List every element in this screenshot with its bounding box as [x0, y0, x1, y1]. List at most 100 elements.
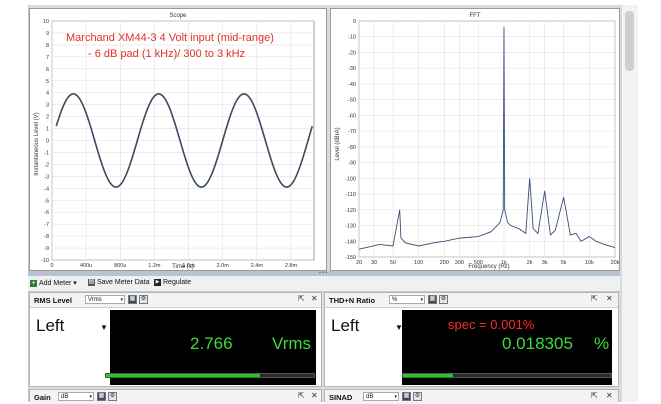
scope-y-tick-label: 7	[46, 55, 49, 61]
scope-y-axis-label: Instantaneous Level (V)	[34, 112, 40, 175]
rms-unit: Vrms	[272, 334, 312, 353]
fft-y-tick-label: -30	[348, 66, 356, 72]
scope-y-tick-label: 3	[46, 103, 49, 109]
thdn-ratio-meter: THD+N Ratio % ▾ ▦ ⚙ ⇱ ✕ Left ▼ spec = 0.0…	[324, 292, 619, 387]
rms-meter-name: RMS Level	[34, 296, 72, 305]
meter-toolbar: + Add Meter ▾ ▤ Save Meter Data ▶ Regula…	[28, 276, 620, 292]
scope-x-tick-label: 0	[50, 263, 53, 269]
settings-gear-icon[interactable]: ⚙	[439, 295, 448, 304]
rms-channel-label: Left	[36, 316, 65, 335]
thdn-level-bar-fill	[403, 374, 453, 377]
scope-y-tick-label: 10	[43, 19, 49, 25]
scope-y-tick-label: -3	[44, 174, 49, 180]
fft-graph[interactable]: FFT 0 -10 -20 -30 -40 -50 -60 -70 -80 -90 -100 -110…	[331, 9, 619, 270]
thdn-value-display: spec = 0.001% 0.018305 %	[402, 310, 612, 385]
scope-y-tick-label: 1	[46, 127, 49, 133]
chevron-down-icon: ▾	[89, 394, 92, 400]
gain-unit-selected: dB	[61, 394, 69, 400]
fft-y-tick-label: -130	[345, 224, 356, 230]
close-icon[interactable]: ✕	[606, 294, 613, 303]
fft-y-tick-label: -120	[345, 208, 356, 214]
settings-gear-icon[interactable]: ⚙	[139, 295, 148, 304]
thdn-channel-label: Left	[331, 316, 360, 335]
settings-gear-icon[interactable]: ⚙	[413, 392, 422, 401]
scope-annotation-line-2: - 6 dB pad (1 kHz)/ 300 to 3 kHz	[88, 48, 245, 60]
rms-value-display: 2.766 Vrms	[105, 310, 316, 385]
thdn-meter-header: THD+N Ratio % ▾ ▦ ⚙ ⇱ ✕	[325, 293, 618, 308]
fft-y-tick-label: -50	[348, 98, 356, 104]
thdn-value: 0.018305	[502, 334, 573, 353]
fft-x-tick-label: 5k	[561, 260, 567, 266]
scope-x-tick-label: 2.0m	[217, 263, 230, 269]
regulate-button[interactable]: ▶ Regulate	[154, 279, 191, 286]
scope-y-tick-label: 5	[46, 79, 49, 85]
scope-y-tick-label: 6	[46, 67, 49, 73]
pop-out-icon[interactable]: ⇱	[591, 391, 598, 400]
fft-x-tick-label: 200	[440, 260, 449, 266]
fft-y-tick-label: -100	[345, 176, 356, 182]
scope-y-tick-label: -2	[44, 162, 49, 168]
vertical-scrollbar[interactable]	[621, 5, 638, 402]
gain-meter-name: Gain	[34, 393, 51, 402]
scope-y-tick-label: 2	[46, 115, 49, 121]
scope-graph[interactable]: Scope 109876543210-1-2-3-4-5-6-7-8-9-10 …	[30, 9, 326, 270]
close-icon[interactable]: ✕	[606, 391, 613, 400]
fft-y-tick-label: -140	[345, 239, 356, 245]
play-icon: ▶	[154, 279, 161, 286]
add-meter-label: Add Meter	[39, 279, 72, 287]
close-icon[interactable]: ✕	[311, 391, 318, 400]
pop-out-icon[interactable]: ⇱	[298, 391, 305, 400]
thdn-unit-select[interactable]: % ▾	[389, 295, 425, 304]
scope-y-ticks: 109876543210-1-2-3-4-5-6-7-8-9-10	[41, 19, 49, 264]
scope-x-tick-label: 1.2m	[148, 263, 161, 269]
scope-title: Scope	[169, 13, 187, 19]
gain-unit-select[interactable]: dB ▾	[58, 392, 94, 401]
thdn-unit-selected: %	[392, 297, 398, 303]
save-icon: ▤	[88, 279, 95, 286]
thdn-level-bar	[402, 373, 612, 378]
close-icon[interactable]: ✕	[311, 294, 318, 303]
scope-panel: Scope 10 9 8 7 6 5 4 3 2 1 0 -1 -2 -3 -4 -5 -6 -7 -8 -9 -10 …	[29, 8, 327, 271]
save-meter-data-button[interactable]: ▤ Save Meter Data	[88, 279, 150, 286]
thdn-meter-name: THD+N Ratio	[329, 296, 376, 305]
sinad-meter-name: SINAD	[329, 393, 353, 402]
scope-x-tick-label: 800u	[114, 263, 126, 269]
fft-y-tick-label: 0	[353, 19, 356, 25]
pop-out-icon[interactable]: ⇱	[298, 294, 305, 303]
scrollbar-thumb[interactable]	[625, 11, 634, 71]
settings-gear-icon[interactable]: ⚙	[108, 392, 117, 401]
fft-y-tick-label: -80	[348, 145, 356, 151]
scope-x-tick-label: 400u	[80, 263, 92, 269]
rms-unit-select[interactable]: Vrms ▾	[85, 295, 125, 304]
scope-y-tick-label: 0	[46, 139, 49, 145]
scope-x-tick-label: 2.4m	[251, 263, 264, 269]
fft-y-tick-label: -150	[345, 255, 356, 261]
fft-x-tick-label: 2k	[527, 260, 533, 266]
fft-y-tick-label: -90	[348, 161, 356, 167]
scope-y-tick-label: 8	[46, 43, 49, 49]
sinad-unit-selected: dB	[366, 394, 374, 400]
save-meter-data-label: Save Meter Data	[97, 279, 150, 286]
graph-icon[interactable]: ▦	[402, 392, 411, 401]
sinad-meter: SINAD dB ▾ ▦ ⚙ ⇱ ✕	[324, 389, 619, 404]
fft-panel: FFT 0 -10 -20 -30 -40 -50 -60 -70 -80 -90 -100 -110…	[330, 8, 620, 271]
regulate-label: Regulate	[163, 279, 192, 286]
scope-y-tick-label: -8	[44, 234, 49, 240]
fft-y-tick-label: -110	[345, 192, 356, 198]
rms-channel-dropdown-icon[interactable]: ▼	[100, 323, 108, 332]
pop-out-icon[interactable]: ⇱	[591, 294, 598, 303]
graph-icon[interactable]: ▦	[428, 295, 437, 304]
fft-y-tick-label: -60	[348, 113, 356, 119]
scope-y-tick-label: -1	[44, 150, 49, 156]
scope-y-tick-label: -9	[44, 246, 49, 252]
fft-x-tick-label: 30	[371, 260, 377, 266]
chevron-down-icon: ▾	[420, 297, 423, 303]
graph-icon[interactable]: ▦	[97, 392, 106, 401]
add-meter-button[interactable]: + Add Meter ▾	[30, 279, 77, 287]
fft-x-tick-label: 10k	[585, 260, 594, 266]
graph-icon[interactable]: ▦	[128, 295, 137, 304]
scope-y-tick-label: -6	[44, 210, 49, 216]
sinad-unit-select[interactable]: dB ▾	[363, 392, 399, 401]
add-icon: +	[30, 279, 37, 287]
scope-x-axis-label: Time (s)	[172, 264, 194, 270]
